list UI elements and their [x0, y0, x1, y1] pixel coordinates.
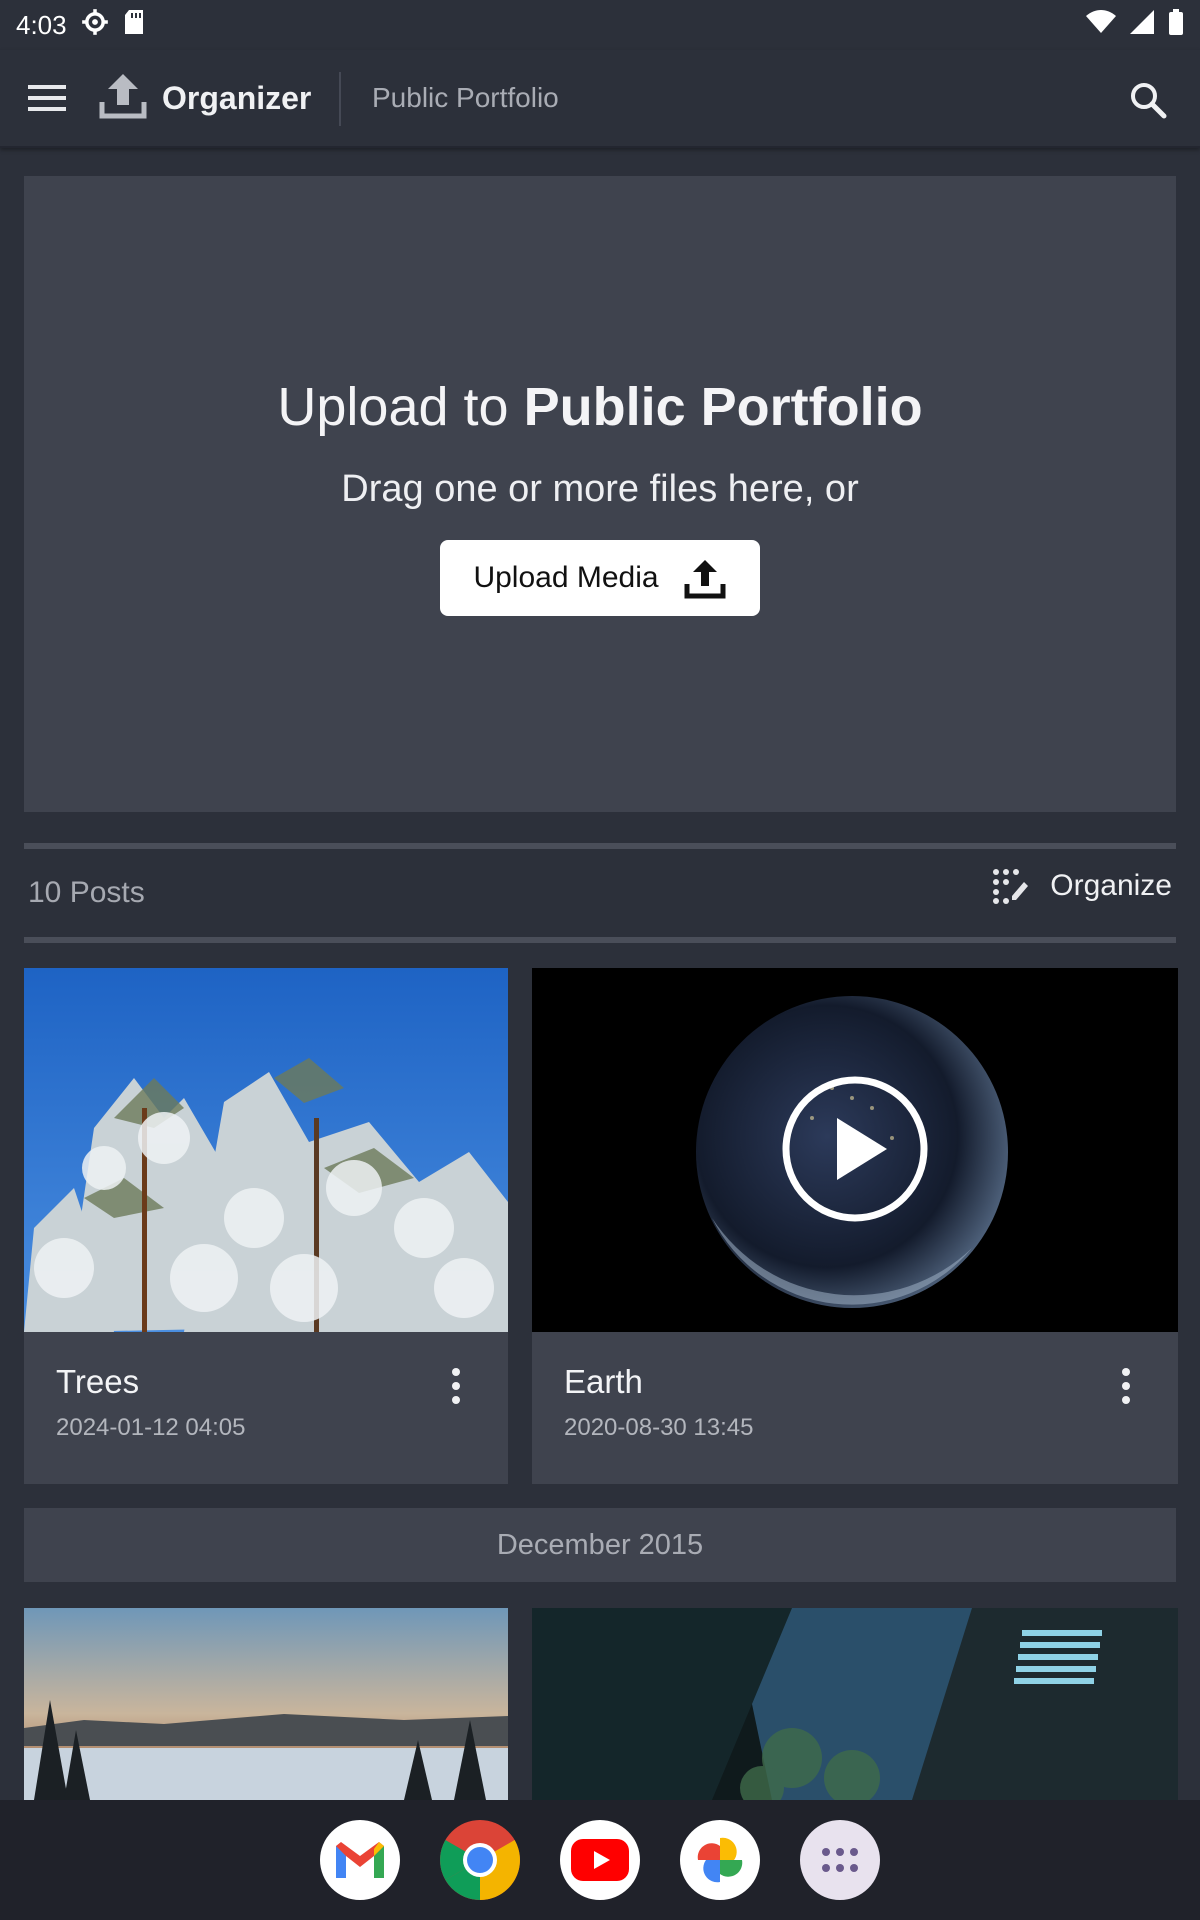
- organize-button[interactable]: Organize: [992, 868, 1172, 904]
- post-date: 2020-08-30 13:45: [564, 1414, 754, 1441]
- post-title: Trees: [56, 1363, 140, 1400]
- dropzone-title-prefix: Upload to: [277, 377, 509, 437]
- month-section-header: December 2015: [24, 1508, 1176, 1582]
- upload-dropzone[interactable]: Upload to Public Portfolio Drag one or m…: [24, 176, 1176, 812]
- upload-arrow-icon: [684, 560, 726, 599]
- more-vert-icon: [452, 1368, 460, 1404]
- hamburger-menu-icon: [28, 85, 66, 111]
- post-thumbnail[interactable]: [532, 968, 1178, 1332]
- section-divider: [24, 937, 1176, 943]
- post-card[interactable]: Trees 2024-01-12 04:05: [24, 968, 508, 1484]
- settings-gear-icon: [81, 8, 109, 43]
- dropzone-subtitle: Drag one or more files here, or: [341, 468, 859, 510]
- status-bar: 4:03: [0, 0, 1200, 50]
- app-dock: [0, 1800, 1200, 1920]
- search-button[interactable]: [1124, 76, 1172, 124]
- post-thumbnail[interactable]: [24, 1608, 508, 1800]
- upload-logo-icon: [98, 70, 148, 127]
- youtube-icon[interactable]: [560, 1820, 640, 1900]
- chrome-icon[interactable]: [440, 1820, 520, 1900]
- breadcrumb[interactable]: Public Portfolio: [372, 82, 559, 114]
- more-vert-icon: [1122, 1368, 1130, 1404]
- app-bar: Organizer Public Portfolio: [0, 50, 1200, 148]
- app-name: Organizer: [162, 80, 312, 116]
- organize-label: Organize: [1050, 869, 1172, 902]
- cell-signal-icon: [1130, 9, 1154, 41]
- sd-card-icon: [123, 9, 145, 42]
- upload-media-label: Upload Media: [473, 561, 659, 594]
- search-icon: [1131, 83, 1167, 119]
- wifi-icon: [1086, 9, 1116, 41]
- post-card[interactable]: Earth 2020-08-30 13:45: [532, 968, 1178, 1484]
- battery-icon: [1168, 8, 1184, 42]
- upload-media-button[interactable]: Upload Media: [440, 540, 760, 616]
- section-divider: [24, 843, 1176, 849]
- post-thumbnail[interactable]: [532, 1608, 1178, 1800]
- menu-button[interactable]: [24, 78, 72, 118]
- google-photos-icon[interactable]: [680, 1820, 760, 1900]
- gmail-icon[interactable]: [320, 1820, 400, 1900]
- organize-grid-icon: [993, 869, 1029, 904]
- dropzone-title: Upload to Public Portfolio: [24, 376, 1176, 438]
- app-drawer-icon[interactable]: [800, 1820, 880, 1900]
- posts-count: 10 Posts: [28, 876, 145, 909]
- post-date: 2024-01-12 04:05: [56, 1414, 246, 1441]
- post-thumbnail[interactable]: [24, 968, 508, 1332]
- post-more-button[interactable]: [438, 1356, 474, 1416]
- status-time: 4:03: [16, 9, 67, 40]
- dropzone-title-target: Public Portfolio: [523, 377, 923, 437]
- post-more-button[interactable]: [1108, 1356, 1144, 1416]
- app-brand[interactable]: Organizer: [98, 70, 311, 127]
- appbar-divider: [339, 72, 341, 126]
- post-title: Earth: [564, 1363, 643, 1400]
